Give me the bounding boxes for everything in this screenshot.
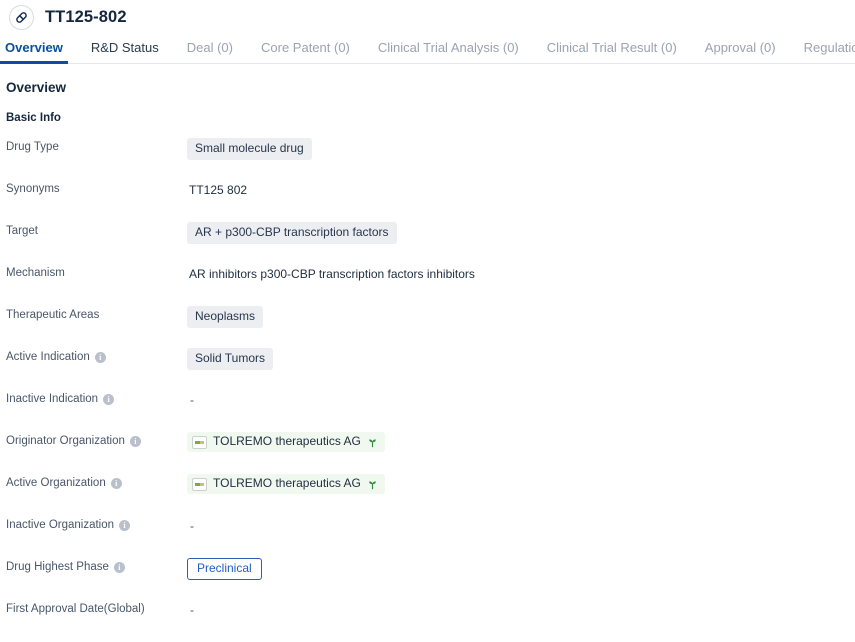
tab-bar: Overview R&D Status Deal (0) Core Patent… [0, 34, 855, 64]
tab-rd-status[interactable]: R&D Status [91, 41, 159, 63]
info-label: Active Indication i [6, 348, 187, 365]
inactive-organization-value: - [190, 519, 194, 533]
tab-clinical-trial-analysis[interactable]: Clinical Trial Analysis (0) [378, 41, 519, 63]
info-label: Target [6, 222, 187, 239]
page-title: TT125-802 [45, 7, 127, 26]
info-value: TT125 802 [187, 180, 855, 200]
info-row-originator-organization: Originator Organization i TOLREMO therap… [6, 432, 855, 474]
synonyms-value: TT125 802 [189, 182, 248, 197]
info-value: AR + p300-CBP transcription factors [187, 222, 855, 245]
info-row-target: Target AR + p300-CBP transcription facto… [6, 222, 855, 264]
basic-info-table: Drug Type Small molecule drug Synonyms T… [6, 138, 855, 642]
info-row-active-indication: Active Indication i Solid Tumors [6, 348, 855, 390]
info-label-text: Drug Highest Phase [6, 561, 109, 573]
info-value: TOLREMO therapeutics AG [187, 474, 855, 494]
info-label: Therapeutic Areas [6, 306, 187, 323]
info-label-text: Active Organization [6, 477, 106, 489]
info-row-mechanism: Mechanism AR inhibitors p300-CBP transcr… [6, 264, 855, 306]
info-row-inactive-organization: Inactive Organization i - [6, 516, 855, 558]
info-label-text: Synonyms [6, 183, 60, 195]
info-label-text: Mechanism [6, 267, 65, 279]
drug-highest-phase-badge[interactable]: Preclinical [187, 558, 262, 581]
active-indication-chip[interactable]: Solid Tumors [187, 348, 274, 371]
info-row-active-organization: Active Organization i TOLREMO therapeuti… [6, 474, 855, 516]
target-chip[interactable]: AR + p300-CBP transcription factors [187, 222, 397, 245]
info-label: Synonyms [6, 180, 187, 197]
info-label: First Approval Date(Global) [6, 600, 187, 617]
originator-organization-chip[interactable]: TOLREMO therapeutics AG [187, 432, 385, 452]
sprout-icon [369, 438, 376, 447]
overview-panel: Overview Basic Info Drug Type Small mole… [0, 64, 855, 642]
inactive-indication-value: - [190, 393, 194, 407]
info-label-text: Active Indication [6, 351, 90, 363]
section-title: Overview [6, 80, 67, 95]
pill-capsule-icon [9, 4, 34, 30]
info-label-text: First Approval Date(Global) [6, 603, 145, 615]
info-label-text: Therapeutic Areas [6, 309, 100, 321]
info-row-first-approval-date: First Approval Date(Global) - [6, 600, 855, 642]
tab-regulation[interactable]: Regulation (0) [804, 41, 855, 63]
sprout-icon [369, 480, 376, 489]
info-help-icon[interactable]: i [129, 435, 141, 447]
organization-name: TOLREMO therapeutics AG [213, 476, 361, 491]
page-header: TT125-802 [0, 0, 855, 34]
info-label: Inactive Organization i [6, 516, 187, 533]
mechanism-value: AR inhibitors p300-CBP transcription fac… [189, 266, 475, 281]
info-value: Neoplasms [187, 306, 855, 329]
info-help-icon[interactable]: i [103, 393, 115, 405]
info-label: Drug Highest Phase i [6, 558, 187, 575]
info-value: Solid Tumors [187, 348, 855, 371]
info-label-text: Drug Type [6, 141, 59, 153]
info-label-text: Inactive Indication [6, 393, 99, 405]
company-logo-icon [192, 435, 207, 449]
info-label: Originator Organization i [6, 432, 187, 449]
info-help-icon[interactable]: i [113, 561, 125, 573]
info-value: TOLREMO therapeutics AG [187, 432, 855, 452]
info-label: Drug Type [6, 138, 187, 155]
drug-type-chip[interactable]: Small molecule drug [187, 138, 312, 161]
info-label-text: Inactive Organization [6, 519, 115, 531]
info-row-drug-type: Drug Type Small molecule drug [6, 138, 855, 180]
tab-clinical-trial-result[interactable]: Clinical Trial Result (0) [547, 41, 677, 63]
info-value: AR inhibitors p300-CBP transcription fac… [187, 264, 855, 284]
info-label: Inactive Indication i [6, 390, 187, 407]
info-value: Small molecule drug [187, 138, 855, 161]
info-label: Active Organization i [6, 474, 187, 491]
therapeutic-area-chip[interactable]: Neoplasms [187, 306, 264, 329]
info-help-icon[interactable]: i [119, 519, 131, 531]
first-approval-date-value: - [190, 603, 194, 617]
subsection-title: Basic Info [6, 112, 61, 124]
info-label: Mechanism [6, 264, 187, 281]
info-value: - [187, 600, 855, 620]
tab-overview[interactable]: Overview [0, 41, 68, 64]
info-row-synonyms: Synonyms TT125 802 [6, 180, 855, 222]
company-logo-icon [192, 477, 207, 491]
info-help-icon[interactable]: i [94, 351, 106, 363]
active-organization-chip[interactable]: TOLREMO therapeutics AG [187, 474, 385, 494]
organization-name: TOLREMO therapeutics AG [213, 434, 361, 449]
info-row-drug-highest-phase: Drug Highest Phase i Preclinical [6, 558, 855, 600]
info-row-therapeutic-areas: Therapeutic Areas Neoplasms [6, 306, 855, 348]
info-label-text: Target [6, 225, 38, 237]
info-row-inactive-indication: Inactive Indication i - [6, 390, 855, 432]
info-label-text: Originator Organization [6, 435, 125, 447]
tab-deal[interactable]: Deal (0) [187, 41, 233, 63]
info-help-icon[interactable]: i [110, 477, 122, 489]
info-value: - [187, 516, 855, 536]
info-value: Preclinical [187, 558, 855, 581]
info-value: - [187, 390, 855, 410]
tab-approval[interactable]: Approval (0) [705, 41, 776, 63]
tab-core-patent[interactable]: Core Patent (0) [261, 41, 350, 63]
